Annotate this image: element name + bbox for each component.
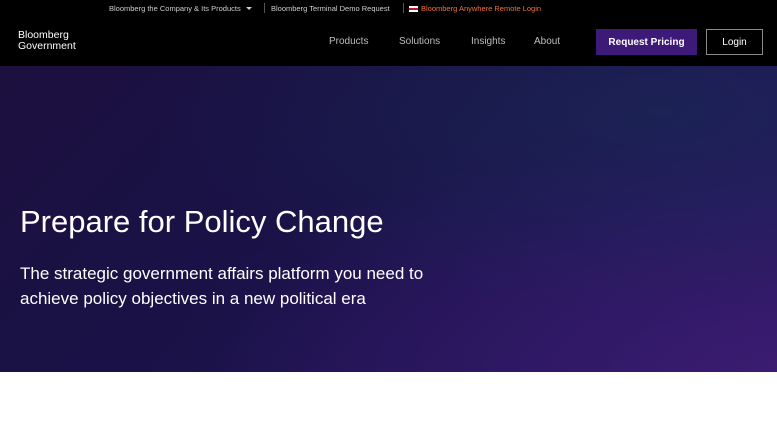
hero-banner: Prepare for Policy Change The strategic … bbox=[0, 66, 777, 372]
remote-login-link[interactable]: Bloomberg Anywhere Remote Login bbox=[409, 4, 541, 13]
main-header: Bloomberg Government Products Solutions … bbox=[0, 18, 777, 66]
nav-insights[interactable]: Insights bbox=[471, 36, 505, 47]
caret-down-icon bbox=[245, 7, 252, 10]
company-products-label: Bloomberg the Company & Its Products bbox=[109, 4, 241, 13]
divider bbox=[403, 3, 404, 13]
utility-bar: Bloomberg the Company & Its Products Blo… bbox=[0, 0, 777, 18]
bloomberg-government-logo[interactable]: Bloomberg Government bbox=[18, 30, 76, 52]
logo-line-2: Government bbox=[18, 40, 76, 52]
nav-about[interactable]: About bbox=[534, 36, 560, 47]
remote-login-label: Bloomberg Anywhere Remote Login bbox=[421, 4, 542, 13]
hero-title: Prepare for Policy Change bbox=[20, 204, 384, 239]
nav-products[interactable]: Products bbox=[329, 36, 368, 47]
request-pricing-button[interactable]: Request Pricing bbox=[596, 29, 697, 55]
hero-subtitle: The strategic government affairs platfor… bbox=[20, 264, 424, 308]
terminal-demo-link[interactable]: Bloomberg Terminal Demo Request bbox=[271, 4, 390, 13]
company-products-dropdown[interactable]: Bloomberg the Company & Its Products bbox=[109, 4, 252, 13]
content-area bbox=[0, 372, 777, 423]
divider bbox=[264, 3, 265, 13]
nav-solutions[interactable]: Solutions bbox=[399, 36, 440, 47]
terminal-keyboard-icon bbox=[409, 6, 418, 12]
login-button[interactable]: Login bbox=[706, 29, 763, 55]
